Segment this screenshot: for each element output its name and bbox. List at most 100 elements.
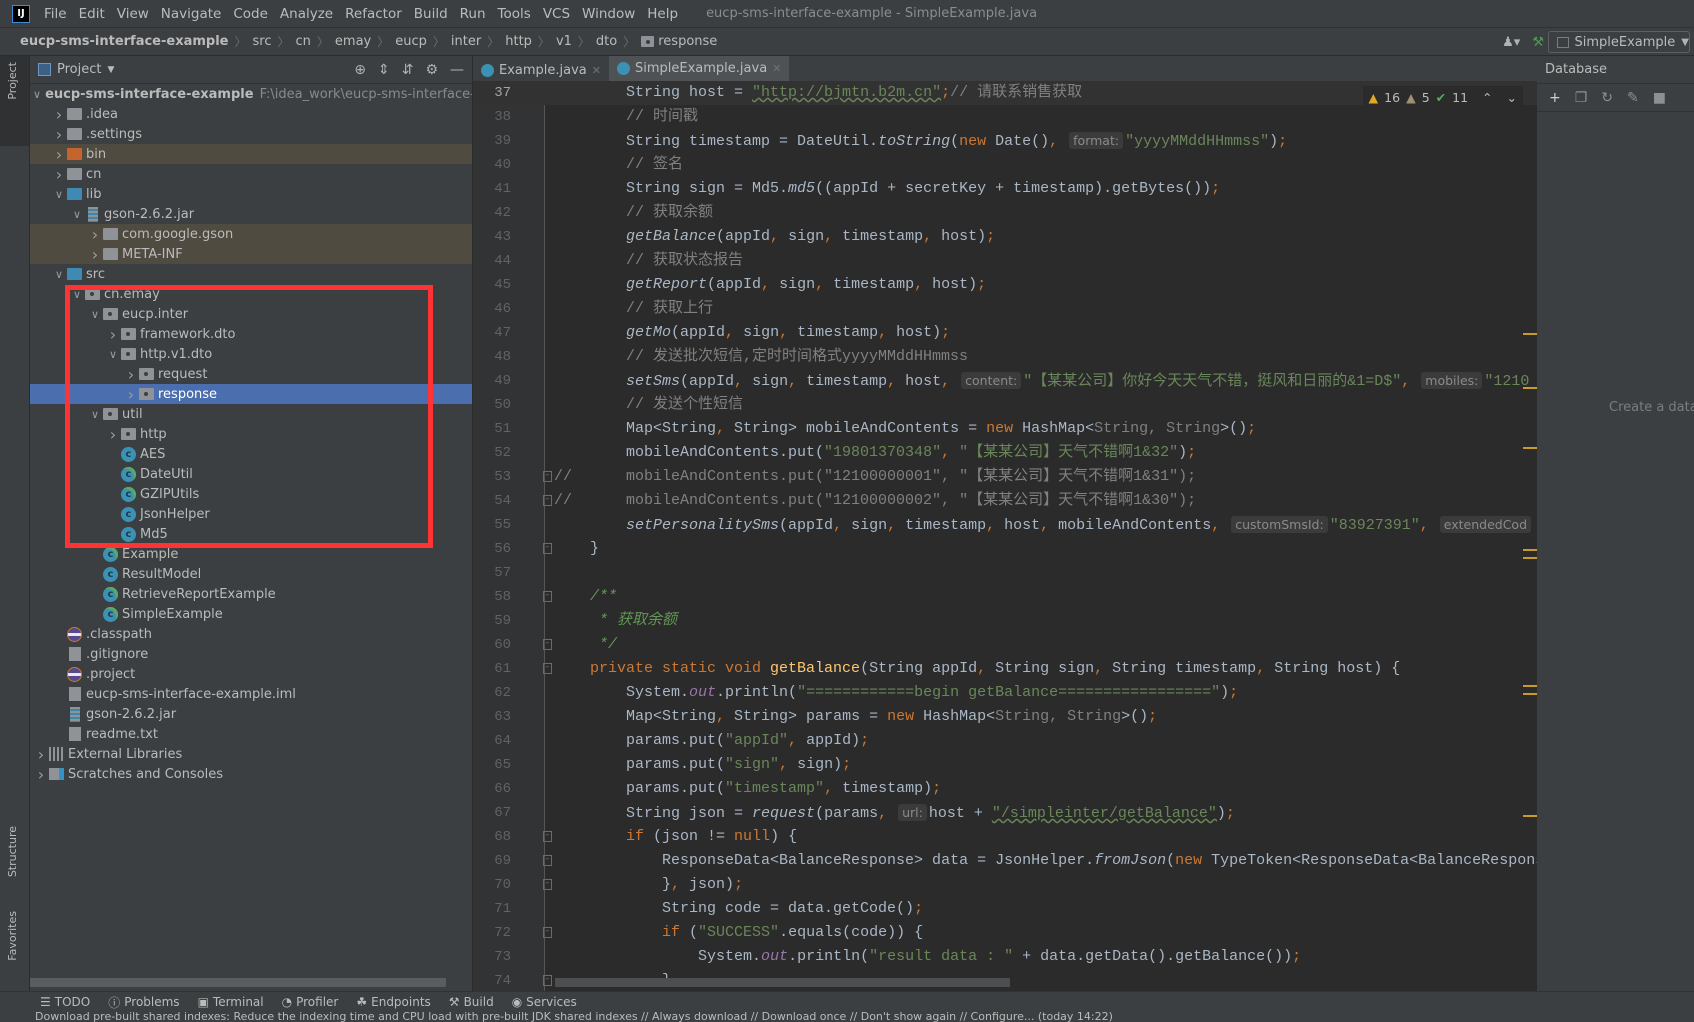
menu-help[interactable]: Help <box>641 6 684 22</box>
chevron-right-icon[interactable]: › <box>105 425 121 444</box>
tree-item[interactable]: ∨ src <box>30 264 472 284</box>
tree-item[interactable]: › bin <box>30 144 472 164</box>
chevron-right-icon[interactable]: › <box>51 145 67 164</box>
tree-item[interactable]: › request <box>30 364 472 384</box>
structure-tool-tab[interactable]: Structure <box>6 826 19 877</box>
breadcrumb-item[interactable]: eucp <box>395 34 427 49</box>
tool-terminal[interactable]: ▣ Terminal <box>198 995 264 1009</box>
tree-item[interactable]: › External Libraries <box>30 744 472 764</box>
tree-item[interactable]: › framework.dto <box>30 324 472 344</box>
error-stripe-mark[interactable] <box>1523 815 1537 817</box>
tree-item[interactable]: › com.google.gson <box>30 224 472 244</box>
gear-icon[interactable]: ⚙ <box>425 62 438 78</box>
code-area[interactable]: 37 String host = "http://bjmtn.b2m.cn";/… <box>473 81 1537 991</box>
fold-marker-icon[interactable]: - <box>543 831 552 842</box>
next-issue-icon[interactable]: ⌄ <box>1507 90 1517 105</box>
chevron-down-icon[interactable]: ∨ <box>33 88 41 101</box>
menu-file[interactable]: File <box>38 6 73 22</box>
chevron-right-icon[interactable]: › <box>123 365 139 384</box>
tree-item[interactable]: c RetrieveReportExample <box>30 584 472 604</box>
tree-item[interactable]: › http <box>30 424 472 444</box>
menu-analyze[interactable]: Analyze <box>274 6 339 22</box>
project-horizontal-scrollbar[interactable] <box>30 978 446 987</box>
chevron-right-icon[interactable]: › <box>51 125 67 144</box>
tree-item[interactable]: ∨ http.v1.dto <box>30 344 472 364</box>
close-icon[interactable]: ✕ <box>772 62 781 75</box>
breadcrumb-item[interactable]: emay <box>335 34 371 49</box>
error-stripe-mark[interactable] <box>1523 387 1537 389</box>
run-configuration-select[interactable]: SimpleExample ▼ <box>1548 31 1690 53</box>
chevron-down-icon[interactable]: ∨ <box>51 188 67 201</box>
tree-item[interactable]: › response <box>30 384 472 404</box>
error-stripe-mark[interactable] <box>1523 557 1537 559</box>
tree-item[interactable]: c Example <box>30 544 472 564</box>
menu-refactor[interactable]: Refactor <box>339 6 408 22</box>
fold-marker-icon[interactable]: - <box>543 471 552 482</box>
menu-view[interactable]: View <box>111 6 155 22</box>
chevron-down-icon[interactable]: ∨ <box>51 268 67 281</box>
breadcrumb-item[interactable]: cn <box>296 34 311 49</box>
error-stripe-mark[interactable] <box>1523 549 1537 551</box>
chevron-down-icon[interactable]: ∨ <box>69 208 85 221</box>
chevron-down-icon[interactable]: ∨ <box>87 408 103 421</box>
tree-item[interactable]: c Md5 <box>30 524 472 544</box>
tree-item[interactable]: ∨ eucp-sms-interface-example F:\idea_work\… <box>30 84 472 104</box>
chevron-down-icon[interactable]: ∨ <box>69 288 85 301</box>
user-icon[interactable]: ♟▾ <box>1502 35 1520 50</box>
tab-simpleexample-java[interactable]: SimpleExample.java ✕ <box>609 56 790 84</box>
tree-item[interactable]: › cn <box>30 164 472 184</box>
chevron-right-icon[interactable]: › <box>33 745 49 764</box>
fold-marker-icon[interactable]: - <box>543 879 552 890</box>
chevron-right-icon[interactable]: › <box>87 245 103 264</box>
fold-marker-icon[interactable]: - <box>543 663 552 674</box>
stop-icon[interactable]: ■ <box>1653 90 1666 106</box>
tree-item[interactable]: c ResultModel <box>30 564 472 584</box>
breadcrumb-item[interactable]: dto <box>596 34 617 49</box>
tree-item[interactable]: ∨ util <box>30 404 472 424</box>
project-view-select[interactable]: Project <box>57 62 101 77</box>
tree-item[interactable]: › Scratches and Consoles <box>30 764 472 784</box>
menu-edit[interactable]: Edit <box>73 6 111 22</box>
chevron-right-icon[interactable]: › <box>105 325 121 344</box>
tool-todo[interactable]: ☰ TODO <box>40 995 90 1009</box>
menu-navigate[interactable]: Navigate <box>155 6 228 22</box>
tool-problems[interactable]: ⓘ Problems <box>108 994 179 1011</box>
tree-item[interactable]: c SimpleExample <box>30 604 472 624</box>
menu-vcs[interactable]: VCS <box>537 6 576 22</box>
menu-build[interactable]: Build <box>408 6 454 22</box>
status-bar-message[interactable]: Download pre-built shared indexes: Reduc… <box>0 1012 1694 1022</box>
tool-build[interactable]: ⚒ Build <box>449 995 494 1009</box>
menu-code[interactable]: Code <box>227 6 274 22</box>
tree-item[interactable]: ∨ gson-2.6.2.jar <box>30 204 472 224</box>
tree-item[interactable]: ∨ cn.emay <box>30 284 472 304</box>
tree-item[interactable]: c DateUtil <box>30 464 472 484</box>
refresh-icon[interactable]: ↻ <box>1601 90 1613 106</box>
fold-marker-icon[interactable]: - <box>543 975 552 986</box>
chevron-right-icon[interactable]: › <box>123 385 139 404</box>
tree-item[interactable]: c AES <box>30 444 472 464</box>
hide-icon[interactable]: — <box>450 62 464 78</box>
copy-icon[interactable]: ❐ <box>1575 90 1588 106</box>
tree-item[interactable]: .gitignore <box>30 644 472 664</box>
tool-endpoints[interactable]: ☘ Endpoints <box>356 995 430 1009</box>
inspection-widget[interactable]: ▲ 16 ▲ 5 ✔ 11 ⌃ ⌄ <box>1362 86 1523 108</box>
breadcrumb-item[interactable]: inter <box>451 34 481 49</box>
error-stripe-mark[interactable] <box>1523 447 1537 449</box>
collapse-all-icon[interactable]: ⇵ <box>402 62 414 78</box>
fold-marker-icon[interactable]: - <box>543 543 552 554</box>
locate-icon[interactable]: ⊕ <box>354 62 366 78</box>
menu-tools[interactable]: Tools <box>492 6 537 22</box>
build-hammer-icon[interactable]: ⚒ <box>1532 35 1544 50</box>
chevron-right-icon[interactable]: › <box>51 165 67 184</box>
tree-item[interactable]: › .settings <box>30 124 472 144</box>
favorites-tool-tab[interactable]: Favorites <box>6 911 19 961</box>
tree-item[interactable]: › META-INF <box>30 244 472 264</box>
add-icon[interactable]: + <box>1549 90 1561 106</box>
tree-item[interactable]: ∨ eucp.inter <box>30 304 472 324</box>
editor-horizontal-scrollbar[interactable] <box>555 978 1010 987</box>
breadcrumb-item[interactable]: v1 <box>556 34 572 49</box>
breadcrumb-item[interactable]: response <box>658 34 717 49</box>
tab-example-java[interactable]: Example.java ✕ <box>473 56 609 84</box>
tree-item[interactable]: c GZIPUtils <box>30 484 472 504</box>
expand-all-icon[interactable]: ⇕ <box>378 62 390 78</box>
